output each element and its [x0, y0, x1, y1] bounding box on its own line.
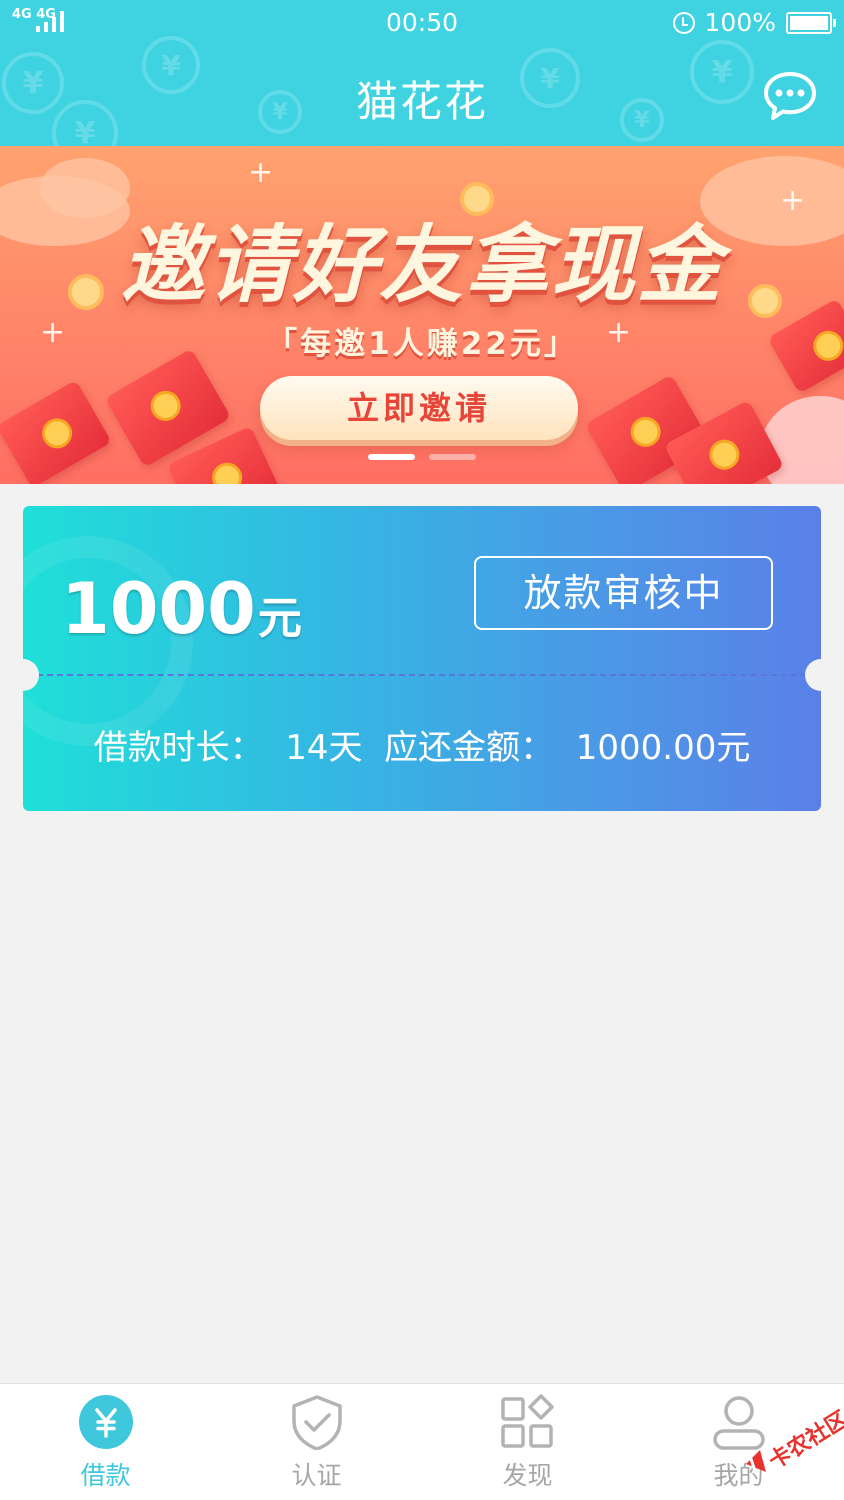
loan-status-button[interactable]: 放款审核中	[474, 556, 773, 630]
banner-subtitle: 「每邀1人赚22元」	[266, 326, 578, 362]
promo-banner[interactable]: + + + + 邀请好友拿现金 「每邀1人赚22元」 立即邀请	[0, 146, 844, 484]
app-header: ¥ ¥ ¥ ¥ ¥ ¥ ¥ 4G 4G 00:50 100% 猫花花	[0, 0, 844, 146]
carousel-indicator[interactable]	[368, 454, 476, 460]
svg-text:卡农社区: 卡农社区	[764, 1406, 844, 1475]
status-bar: 4G 4G 00:50 100%	[0, 0, 844, 46]
loan-amount-value: 1000	[61, 568, 256, 650]
card-notch	[805, 659, 821, 691]
alarm-icon	[672, 11, 695, 34]
bottom-nav: 借款 认证 发现 我的	[0, 1383, 844, 1500]
carousel-dot[interactable]	[368, 454, 415, 460]
banner-headline: 邀请好友拿现金	[120, 216, 723, 314]
nav-item-discover[interactable]: 发现	[422, 1384, 633, 1500]
sparkle-icon: +	[248, 155, 274, 190]
yuan-coin-icon	[78, 1395, 133, 1449]
forum-watermark-logo: 卡农社区 卡农社区	[746, 1403, 844, 1478]
grid-diamond-icon	[500, 1394, 554, 1448]
red-envelope-icon	[0, 379, 112, 484]
nav-label: 借款	[80, 1461, 131, 1490]
loan-amount: 1000 元	[61, 568, 302, 650]
chat-bubble-icon[interactable]	[762, 68, 818, 124]
battery-icon	[786, 11, 836, 34]
nav-item-loan[interactable]: 借款	[0, 1384, 211, 1500]
page-title: 猫花花	[355, 77, 488, 126]
loan-amount-unit: 元	[257, 593, 302, 644]
nav-item-verify[interactable]: 认证	[211, 1384, 422, 1500]
loan-status-card[interactable]: 1000 元 放款审核中 借款时长： 14天 应还金额： 1000.00元	[23, 506, 821, 811]
status-right-group: 100%	[672, 8, 836, 37]
invite-now-button[interactable]: 立即邀请	[260, 376, 578, 440]
carousel-dot[interactable]	[429, 454, 476, 460]
loan-details: 借款时长： 14天 应还金额： 1000.00元	[93, 728, 751, 768]
nav-label: 发现	[502, 1461, 553, 1490]
nav-label: 认证	[291, 1461, 342, 1490]
shield-check-icon	[291, 1395, 342, 1450]
card-divider	[37, 674, 807, 676]
battery-percent: 100%	[704, 8, 776, 37]
